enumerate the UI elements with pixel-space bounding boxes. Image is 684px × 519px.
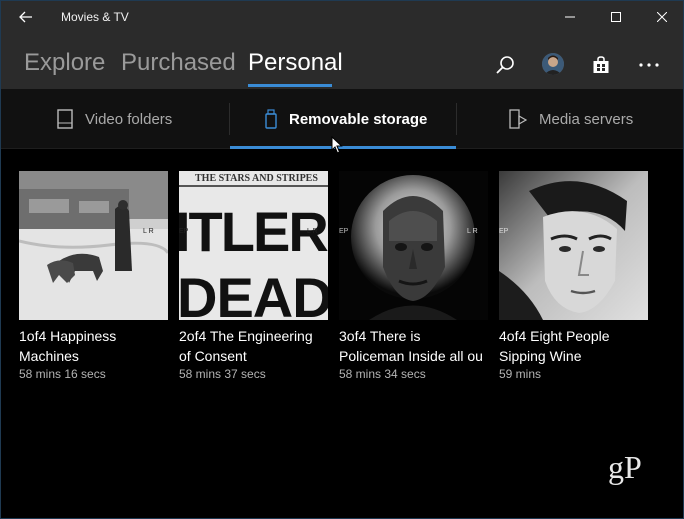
more-button[interactable]: [635, 51, 663, 79]
video-thumbnail[interactable]: L R: [19, 171, 168, 320]
video-duration: 58 mins 37 secs: [179, 367, 266, 381]
subnav-video-folders[interactable]: Video folders: [57, 89, 172, 149]
video-title: 1of4 Happiness Machines: [19, 326, 169, 366]
video-thumbnail[interactable]: EP: [499, 171, 648, 320]
search-icon: [496, 56, 514, 74]
store-button[interactable]: [587, 51, 615, 79]
video-title-line: of Consent: [179, 348, 247, 364]
mouse-pointer-icon: [331, 136, 343, 154]
store-bag-icon: [593, 56, 609, 73]
subnav-label: Removable storage: [289, 110, 428, 128]
overlay-mark: L R: [307, 228, 318, 235]
video-title-line: 3of4 There is: [339, 328, 421, 344]
newspaper-headline-bottom: DEAD: [179, 266, 328, 320]
video-title-line: Policeman Inside all ou: [339, 348, 483, 364]
divider: [456, 103, 457, 135]
app-window: Movies & TV Explore Purchased Personal V…: [0, 0, 684, 519]
video-title-line: Sipping Wine: [499, 348, 582, 364]
video-duration: 59 mins: [499, 367, 542, 381]
maximize-icon: [611, 12, 621, 22]
video-thumbnail[interactable]: THE STARS AND STRIPES ITLER DEAD EP L R: [179, 171, 328, 320]
video-tile-4[interactable]: EP 4of4 Eight People Sipping Wine 59 min…: [499, 171, 649, 381]
minimize-icon: [565, 16, 575, 18]
video-title-line: Machines: [19, 348, 79, 364]
media-server-icon: [509, 109, 527, 129]
search-button[interactable]: [491, 51, 519, 79]
video-title: 4of4 Eight People Sipping Wine: [499, 326, 649, 366]
video-tile-2[interactable]: THE STARS AND STRIPES ITLER DEAD EP L R …: [179, 171, 329, 381]
video-title: 3of4 There is Policeman Inside all ou: [339, 326, 489, 366]
app-title: Movies & TV: [61, 10, 129, 24]
tab-explore[interactable]: Explore: [24, 49, 105, 77]
newspaper-masthead: THE STARS AND STRIPES: [195, 173, 318, 184]
video-title-line: 2of4 The Engineering: [179, 328, 313, 344]
video-tile-1[interactable]: L R 1of4 Happiness Machines 58 mins 16 s…: [19, 171, 169, 381]
more-ellipsis-icon: [639, 63, 659, 67]
video-tile-3[interactable]: EP L R 3of4 There is Policeman Inside al…: [339, 171, 489, 381]
video-thumbnail[interactable]: EP L R: [339, 171, 488, 320]
overlay-mark: EP: [339, 228, 349, 235]
overlay-mark: EP: [179, 228, 189, 235]
subnav-label: Media servers: [539, 110, 634, 128]
title-bar: Movies & TV: [1, 1, 683, 33]
overlay-mark: L R: [467, 228, 478, 235]
subnav-label: Video folders: [85, 110, 173, 128]
minimize-button[interactable]: [547, 1, 593, 33]
close-icon: [657, 12, 667, 22]
watermark-logo: gP: [608, 449, 642, 485]
video-duration: 58 mins 34 secs: [339, 367, 426, 381]
back-arrow-icon: [19, 11, 32, 23]
back-button[interactable]: [11, 5, 41, 29]
active-tab-indicator: [248, 84, 332, 87]
overlay-mark: L R: [143, 228, 154, 235]
video-title: 2of4 The Engineering of Consent: [179, 326, 329, 366]
close-button[interactable]: [639, 1, 683, 33]
video-duration: 58 mins 16 secs: [19, 367, 106, 381]
subnav-removable-storage[interactable]: Removable storage: [265, 89, 427, 149]
divider: [229, 103, 230, 135]
newspaper-headline-top: ITLER: [179, 200, 328, 263]
maximize-button[interactable]: [593, 1, 639, 33]
tab-personal[interactable]: Personal: [248, 49, 343, 77]
usb-drive-icon: [265, 109, 277, 129]
app-header: Movies & TV Explore Purchased Personal: [1, 1, 683, 89]
tab-purchased[interactable]: Purchased: [121, 49, 236, 77]
overlay-mark: EP: [499, 228, 509, 235]
video-title-line: 4of4 Eight People: [499, 328, 610, 344]
active-subnav-indicator: [230, 146, 456, 149]
avatar[interactable]: [542, 53, 564, 75]
video-title-line: 1of4 Happiness: [19, 328, 117, 344]
subnav-media-servers[interactable]: Media servers: [509, 89, 633, 149]
folder-icon: [57, 109, 73, 129]
